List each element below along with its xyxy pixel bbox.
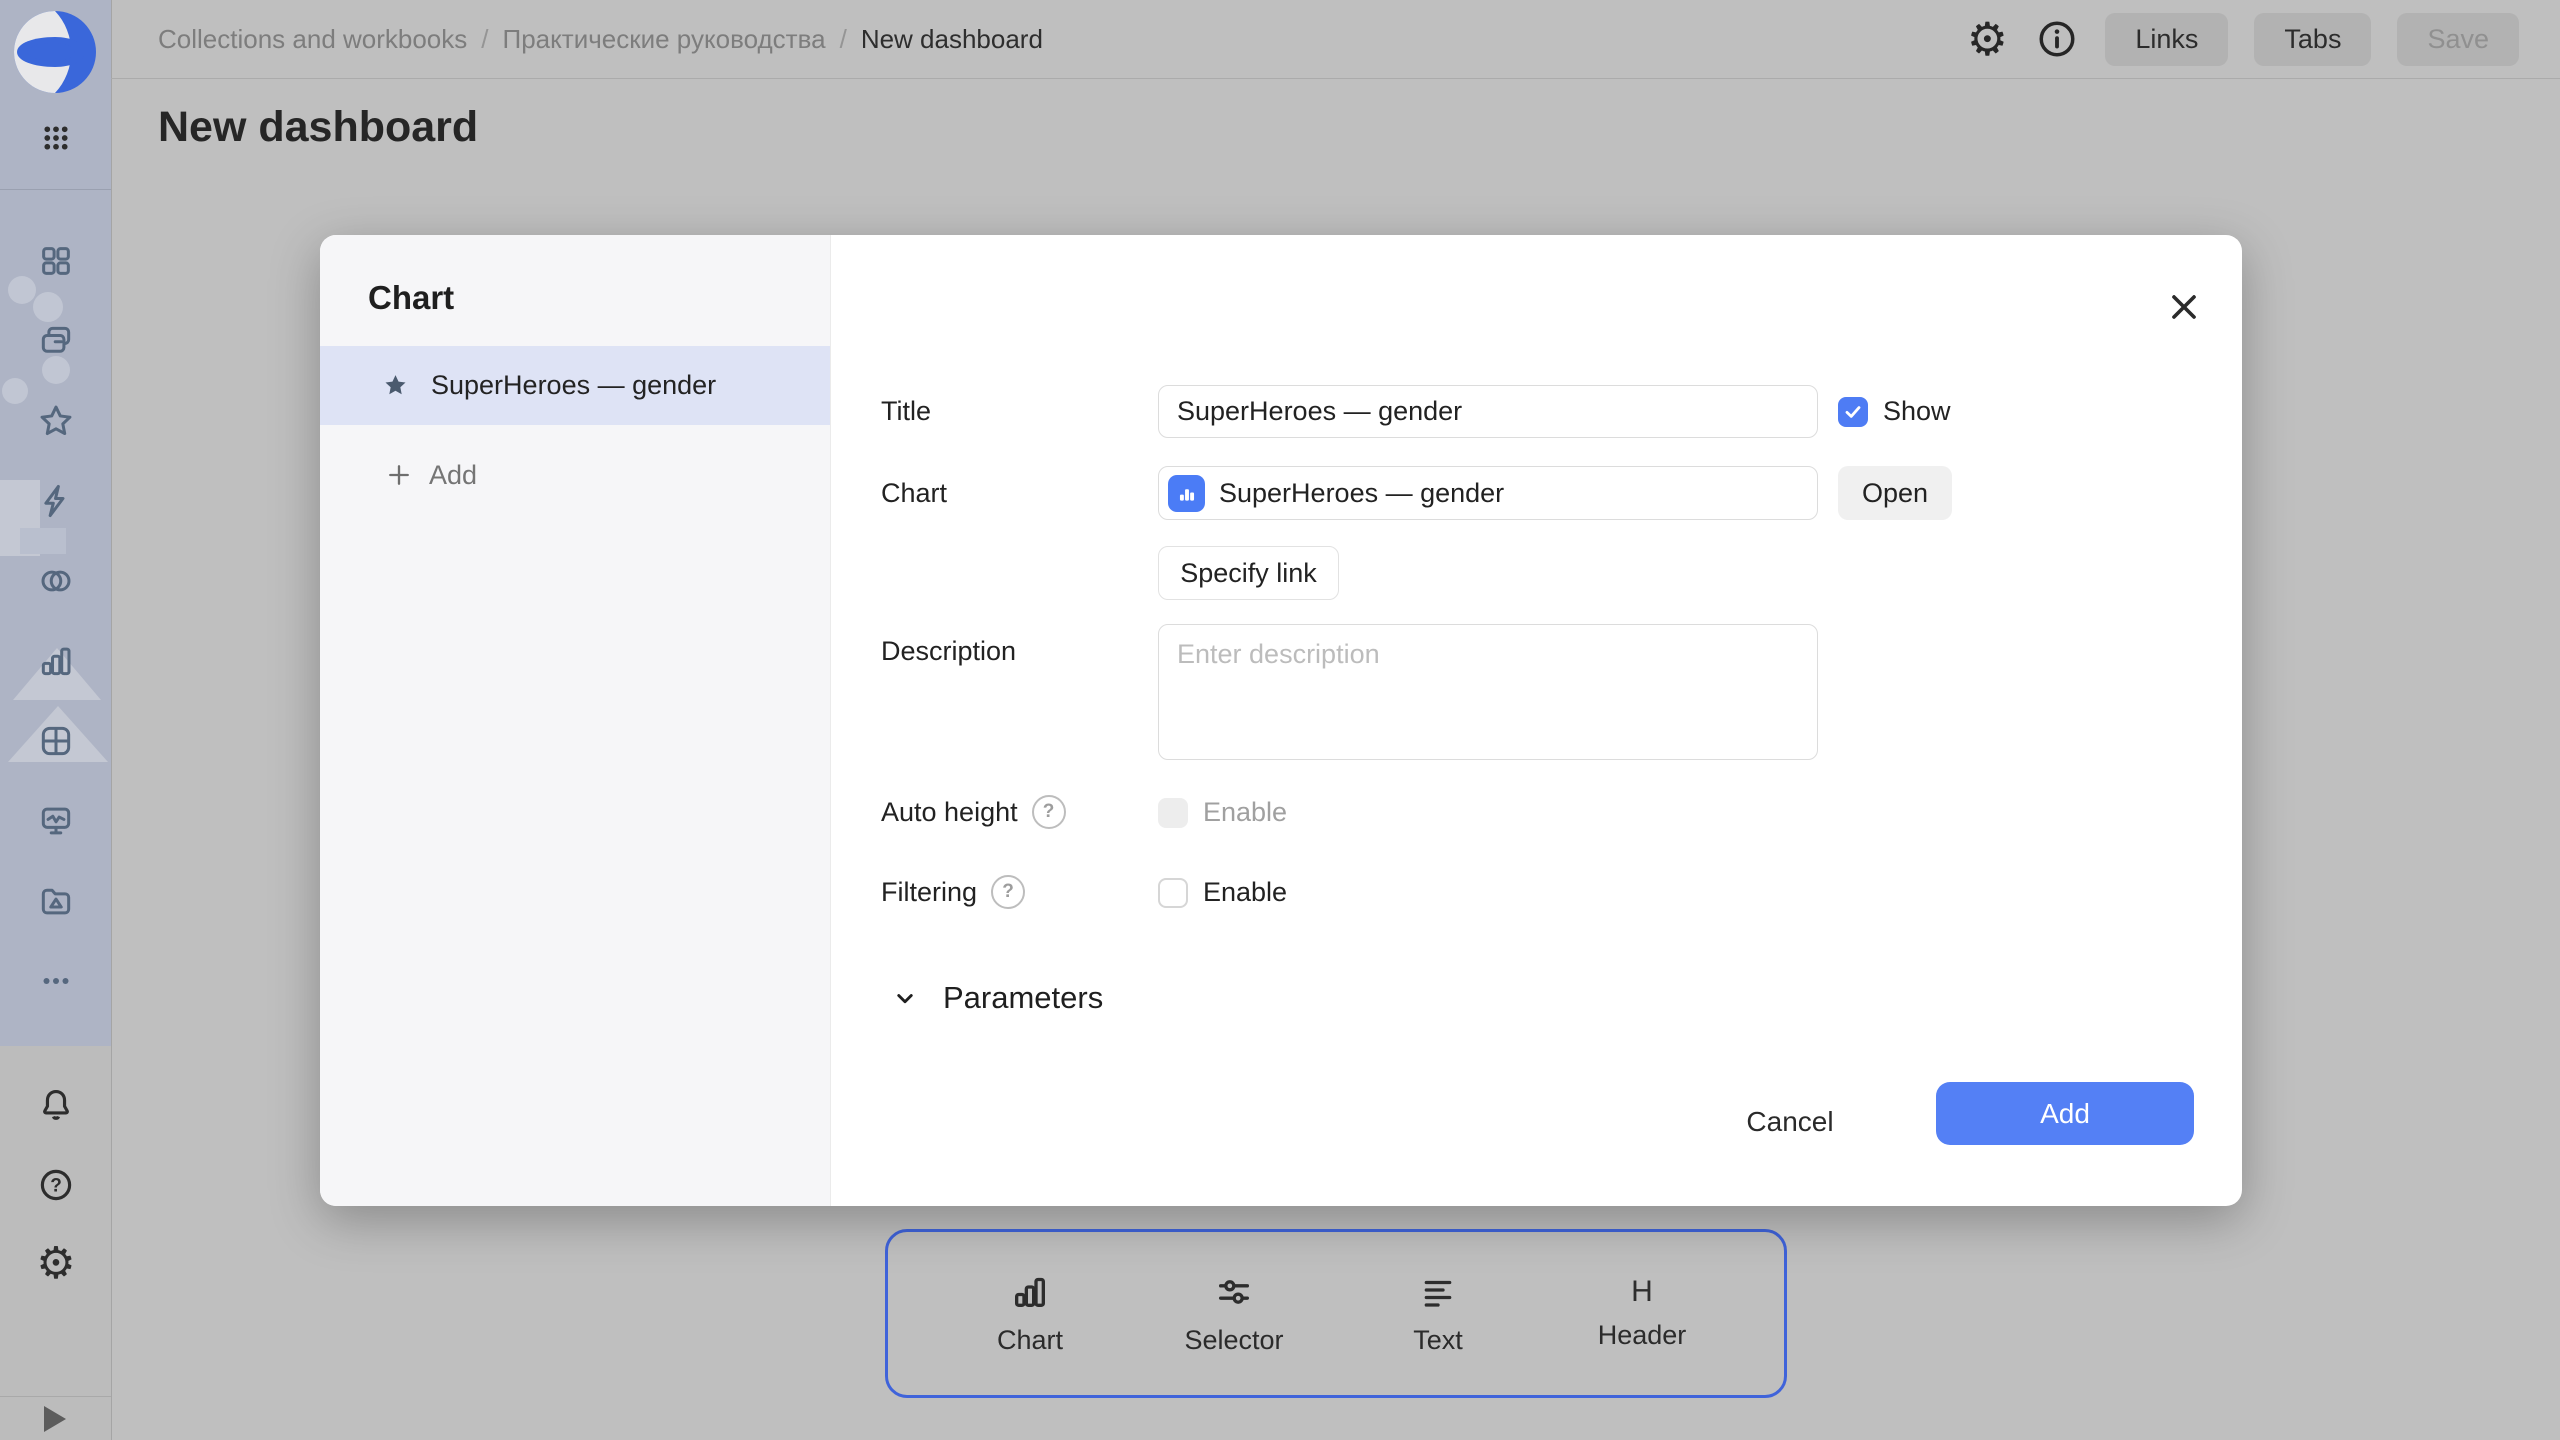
widget-label: Text <box>1413 1325 1463 1356</box>
topbar: Collections and workbooks / Практические… <box>111 0 2560 79</box>
chart-label: Chart <box>881 466 947 520</box>
storage-icon[interactable] <box>36 881 76 921</box>
selector-icon <box>1214 1272 1254 1312</box>
parameters-section-toggle[interactable]: Parameters <box>890 980 1103 1016</box>
close-icon[interactable] <box>2162 285 2206 329</box>
datalens-logo[interactable] <box>13 10 97 94</box>
chart-select-input[interactable]: SuperHeroes — gender <box>1158 466 1818 520</box>
dialog-title: Chart <box>368 279 454 317</box>
auto-height-label-row: Auto height ? <box>881 797 1066 827</box>
description-label: Description <box>881 636 1016 667</box>
collections-icon[interactable] <box>36 241 76 281</box>
header-icon: H <box>1631 1277 1653 1307</box>
chart-select-value: SuperHeroes — gender <box>1219 478 1504 509</box>
charts-icon[interactable] <box>36 641 76 681</box>
star-icon <box>382 372 409 399</box>
monitoring-icon[interactable] <box>36 801 76 841</box>
datasets-icon[interactable] <box>36 561 76 601</box>
breadcrumb-guides[interactable]: Практические руководства <box>503 24 826 55</box>
chart-dialog-sidebar: Chart SuperHeroes — gender Add <box>320 235 831 1206</box>
more-icon[interactable] <box>36 961 76 1001</box>
auto-height-help-icon[interactable]: ? <box>1032 795 1066 829</box>
app-window: ? ⚙ Collections and workbooks / Практиче… <box>0 0 2560 1440</box>
apps-grid-icon[interactable] <box>36 118 76 158</box>
breadcrumb: Collections and workbooks / Практические… <box>158 24 1043 55</box>
checkbox-unchecked-icon <box>1158 878 1188 908</box>
chart-dialog-body: Title Show Chart <box>830 235 2242 1206</box>
open-chart-button[interactable]: Open <box>1838 466 1952 520</box>
page-title: New dashboard <box>158 103 478 152</box>
svg-text:?: ? <box>50 1175 62 1196</box>
chart-list-item-selected[interactable]: SuperHeroes — gender <box>320 346 830 425</box>
checkbox-disabled-icon <box>1158 798 1188 828</box>
checkbox-checked-icon <box>1838 397 1868 427</box>
connections-icon[interactable] <box>36 481 76 521</box>
chart-icon <box>1010 1272 1050 1312</box>
widget-label: Chart <box>997 1325 1063 1356</box>
filtering-label: Filtering <box>881 877 977 908</box>
chevron-down-icon <box>890 983 920 1013</box>
dashboards-icon[interactable] <box>36 721 76 761</box>
chart-type-icon <box>1168 475 1205 512</box>
dashboard-settings-icon[interactable]: ⚙ <box>1965 17 2009 61</box>
tabs-button[interactable]: Tabs <box>2254 13 2371 66</box>
description-textarea[interactable] <box>1158 624 1818 760</box>
filtering-label-row: Filtering ? <box>881 877 1025 907</box>
filtering-checkbox[interactable]: Enable <box>1158 877 1287 908</box>
auto-height-label: Auto height <box>881 797 1018 828</box>
favorites-icon[interactable] <box>36 401 76 441</box>
auto-height-enable-label: Enable <box>1203 797 1287 828</box>
chart-dialog: Chart SuperHeroes — gender Add <box>320 235 2242 1206</box>
breadcrumb-separator: / <box>840 24 847 55</box>
widget-text-button[interactable]: Text <box>1336 1272 1540 1356</box>
info-icon[interactable] <box>2035 17 2079 61</box>
save-button[interactable]: Save <box>2397 13 2519 66</box>
widget-chart-button[interactable]: Chart <box>928 1272 1132 1356</box>
add-chart-button[interactable]: Add <box>320 445 830 505</box>
filtering-enable-label: Enable <box>1203 877 1287 908</box>
add-label: Add <box>429 460 477 491</box>
add-button[interactable]: Add <box>1936 1082 2194 1145</box>
show-label: Show <box>1883 396 1951 427</box>
breadcrumb-current: New dashboard <box>861 24 1043 55</box>
workbooks-icon[interactable] <box>36 321 76 361</box>
auto-height-checkbox[interactable]: Enable <box>1158 797 1287 828</box>
notifications-icon[interactable] <box>36 1085 76 1125</box>
widget-header-button[interactable]: H Header <box>1540 1277 1744 1351</box>
widget-label: Header <box>1598 1320 1687 1351</box>
widget-selector-button[interactable]: Selector <box>1132 1272 1336 1356</box>
breadcrumb-separator: / <box>481 24 488 55</box>
show-checkbox[interactable]: Show <box>1838 396 1951 427</box>
sidebar: ? ⚙ <box>0 0 112 1440</box>
specify-link-button[interactable]: Specify link <box>1158 546 1339 600</box>
widget-label: Selector <box>1184 1325 1283 1356</box>
breadcrumb-collections[interactable]: Collections and workbooks <box>158 24 467 55</box>
list-item-label: SuperHeroes — gender <box>431 370 716 401</box>
text-icon <box>1418 1272 1458 1312</box>
cancel-button[interactable]: Cancel <box>1720 1092 1860 1152</box>
plus-icon <box>385 461 413 489</box>
settings-icon[interactable]: ⚙ <box>36 1244 76 1284</box>
links-button[interactable]: Links <box>2105 13 2228 66</box>
expand-sidebar-icon[interactable] <box>44 1406 66 1432</box>
title-label: Title <box>881 385 931 438</box>
widget-bar: Chart Selector Text H Header <box>885 1229 1787 1398</box>
help-icon[interactable]: ? <box>36 1165 76 1205</box>
filtering-help-icon[interactable]: ? <box>991 875 1025 909</box>
parameters-label: Parameters <box>943 980 1103 1016</box>
title-input[interactable] <box>1158 385 1818 438</box>
